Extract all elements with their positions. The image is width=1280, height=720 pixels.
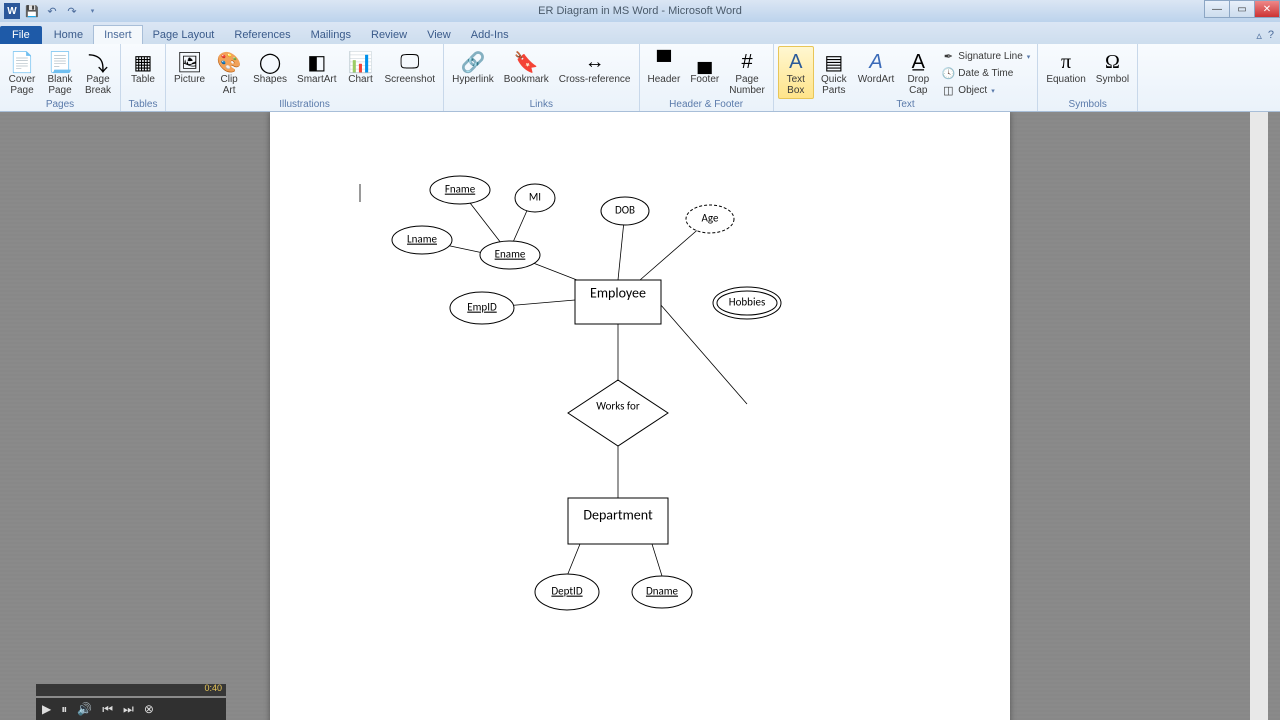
svg-text:Department: Department bbox=[583, 506, 653, 523]
qat-more-icon[interactable] bbox=[84, 3, 100, 19]
prev-button[interactable]: ⏮ bbox=[102, 702, 113, 717]
ribbon-tabs: File Home Insert Page Layout References … bbox=[0, 22, 1280, 44]
svg-text:Dname: Dname bbox=[646, 585, 679, 598]
footer-button[interactable]: ▄Footer bbox=[686, 46, 723, 89]
group-links: 🔗Hyperlink 🔖Bookmark ↔Cross-reference Li… bbox=[444, 44, 639, 111]
group-illustrations: 🖼Picture 🎨Clip Art ◯Shapes ◧SmartArt 📊Ch… bbox=[166, 44, 444, 111]
chart-button[interactable]: 📊Chart bbox=[343, 46, 379, 89]
cover-page-button[interactable]: 📄Cover Page bbox=[4, 46, 40, 99]
textbox-button[interactable]: AText Box bbox=[778, 46, 814, 99]
svg-text:MI: MI bbox=[529, 191, 541, 204]
shapes-button[interactable]: ◯Shapes bbox=[249, 46, 291, 89]
page-break-button[interactable]: ⤵Page Break bbox=[80, 46, 116, 99]
equation-button[interactable]: πEquation bbox=[1042, 46, 1089, 89]
screenshot-button[interactable]: 🖵Screenshot bbox=[381, 46, 440, 89]
svg-text:Hobbies: Hobbies bbox=[729, 296, 766, 309]
word-icon: W bbox=[4, 3, 20, 19]
quickparts-button[interactable]: ▤Quick Parts bbox=[816, 46, 852, 99]
tab-page-layout[interactable]: Page Layout bbox=[143, 26, 225, 44]
title-bar: W 💾 ↶ ↷ ER Diagram in MS Word - Microsof… bbox=[0, 0, 1280, 22]
svg-text:Employee: Employee bbox=[590, 284, 646, 301]
hyperlink-button[interactable]: 🔗Hyperlink bbox=[448, 46, 498, 89]
tab-references[interactable]: References bbox=[224, 26, 300, 44]
picture-button[interactable]: 🖼Picture bbox=[170, 46, 209, 89]
document-area[interactable]: Employee Fname MI Lname Ename DOB Age Ho… bbox=[0, 112, 1280, 720]
group-header-footer: ▀Header ▄Footer #Page Number Header & Fo… bbox=[640, 44, 774, 111]
tab-file[interactable]: File bbox=[0, 26, 42, 44]
volume-button[interactable]: 🔊 bbox=[77, 702, 92, 716]
group-label-tables: Tables bbox=[125, 99, 161, 111]
svg-text:Age: Age bbox=[702, 212, 719, 225]
crossref-button[interactable]: ↔Cross-reference bbox=[555, 46, 635, 89]
svg-text:DeptID: DeptID bbox=[551, 585, 582, 598]
seek-bar[interactable]: 0:40 bbox=[36, 684, 226, 696]
svg-text:EmpID: EmpID bbox=[467, 301, 497, 314]
pause-button[interactable]: ⏸ bbox=[61, 702, 67, 717]
object-button[interactable]: ◫Object bbox=[938, 82, 1033, 98]
svg-text:DOB: DOB bbox=[615, 204, 635, 217]
stop-button[interactable]: ⊗ bbox=[144, 702, 154, 716]
dropcap-button[interactable]: A̲Drop Cap bbox=[900, 46, 936, 99]
svg-text:Works for: Works for bbox=[596, 400, 640, 413]
group-label-illustrations: Illustrations bbox=[170, 99, 439, 111]
tab-mailings[interactable]: Mailings bbox=[301, 26, 361, 44]
maximize-button[interactable]: ▭ bbox=[1229, 0, 1255, 18]
group-label-text: Text bbox=[778, 99, 1034, 111]
page-number-button[interactable]: #Page Number bbox=[725, 46, 769, 99]
redo-icon[interactable]: ↷ bbox=[64, 3, 80, 19]
date-time-button[interactable]: 🕓Date & Time bbox=[938, 65, 1033, 81]
group-symbols: πEquation ΩSymbol Symbols bbox=[1038, 44, 1138, 111]
bookmark-button[interactable]: 🔖Bookmark bbox=[500, 46, 553, 89]
close-button[interactable]: ✕ bbox=[1254, 0, 1280, 18]
group-pages: 📄Cover Page 📃Blank Page ⤵Page Break Page… bbox=[0, 44, 121, 111]
group-text: AText Box ▤Quick Parts AWordArt A̲Drop C… bbox=[774, 44, 1039, 111]
group-label-links: Links bbox=[448, 99, 634, 111]
svg-text:Fname: Fname bbox=[445, 183, 476, 196]
group-label-hf: Header & Footer bbox=[644, 99, 769, 111]
svg-text:Ename: Ename bbox=[495, 248, 526, 261]
clipart-button[interactable]: 🎨Clip Art bbox=[211, 46, 247, 99]
signature-line-button[interactable]: ✒Signature Line bbox=[938, 48, 1033, 64]
group-label-pages: Pages bbox=[4, 99, 116, 111]
er-diagram: Employee Fname MI Lname Ename DOB Age Ho… bbox=[270, 112, 1010, 720]
svg-text:Lname: Lname bbox=[407, 233, 437, 246]
symbol-button[interactable]: ΩSymbol bbox=[1092, 46, 1133, 89]
group-tables: ▦Table Tables bbox=[121, 44, 166, 111]
tab-review[interactable]: Review bbox=[361, 26, 417, 44]
smartart-button[interactable]: ◧SmartArt bbox=[293, 46, 340, 89]
play-button[interactable]: ▶ bbox=[42, 702, 51, 716]
media-controls: 0:40 ▶ ⏸ 🔊 ⏮ ⏭ ⊗ bbox=[36, 684, 226, 720]
tab-home[interactable]: Home bbox=[44, 26, 93, 44]
header-button[interactable]: ▀Header bbox=[644, 46, 685, 89]
table-button[interactable]: ▦Table bbox=[125, 46, 161, 89]
help-icon[interactable]: ? bbox=[1268, 29, 1274, 42]
minimize-button[interactable]: — bbox=[1204, 0, 1230, 18]
group-label-symbols: Symbols bbox=[1042, 99, 1133, 111]
tab-view[interactable]: View bbox=[417, 26, 461, 44]
undo-icon[interactable]: ↶ bbox=[44, 3, 60, 19]
tab-addins[interactable]: Add-Ins bbox=[461, 26, 519, 44]
window-title: ER Diagram in MS Word - Microsoft Word bbox=[538, 5, 742, 17]
ribbon-min-icon[interactable]: ▵ bbox=[1256, 29, 1262, 42]
next-button[interactable]: ⏭ bbox=[123, 702, 134, 717]
ribbon: 📄Cover Page 📃Blank Page ⤵Page Break Page… bbox=[0, 44, 1280, 112]
blank-page-button[interactable]: 📃Blank Page bbox=[42, 46, 78, 99]
wordart-button[interactable]: AWordArt bbox=[854, 46, 899, 89]
media-time: 0:40 bbox=[204, 683, 222, 693]
page[interactable]: Employee Fname MI Lname Ename DOB Age Ho… bbox=[270, 112, 1010, 720]
tab-insert[interactable]: Insert bbox=[93, 25, 143, 44]
vertical-scrollbar[interactable] bbox=[1250, 112, 1268, 720]
save-icon[interactable]: 💾 bbox=[24, 3, 40, 19]
